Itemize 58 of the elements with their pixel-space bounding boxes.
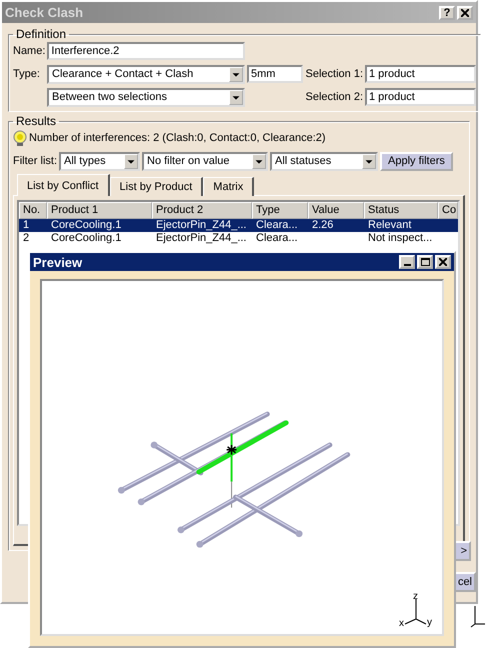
close-button[interactable] — [435, 255, 451, 269]
table-row[interactable]: 1 CoreCooling.1 EjectorPin_Z44_... Cleara... 2.26 Relevant — [19, 219, 458, 232]
distance-field[interactable]: 5mm — [247, 65, 303, 83]
column-header[interactable]: Status — [364, 202, 438, 219]
mode-dropdown[interactable]: Between two selections — [47, 88, 245, 106]
close-button[interactable] — [457, 6, 473, 20]
interference-summary: Number of interferences: 2 (Clash:0, Contact:0, Clearance:2) — [29, 132, 326, 144]
table-cell-text: Cleara... — [255, 232, 299, 245]
window-title: Preview — [33, 254, 84, 270]
table-cell-text: EjectorPin_Z44_... — [155, 232, 248, 245]
filter-dropdown[interactable]: All types — [59, 152, 140, 170]
selection-field[interactable]: 1 product — [365, 88, 476, 106]
close-icon — [439, 258, 447, 266]
field-label: Selection 1: — [305, 68, 363, 80]
maximize-icon — [420, 258, 430, 266]
field-label: Type: — [13, 68, 41, 80]
selection-field[interactable]: 1 product — [365, 65, 476, 83]
apply-filters-button[interactable]: Apply filters — [380, 152, 453, 170]
column-header[interactable]: Value — [308, 202, 364, 219]
table-cell-text: 2.26 — [311, 219, 334, 232]
help-button[interactable]: ? — [439, 6, 455, 20]
filter-dropdown[interactable]: No filter on value — [142, 152, 268, 170]
filter-dropdown[interactable]: All statuses — [270, 152, 378, 170]
tab[interactable]: List by Product — [110, 177, 204, 196]
bulb-icon — [13, 129, 27, 147]
table-cell-text: 1 — [22, 219, 30, 232]
table-cell-text: CoreCooling.1 — [50, 219, 122, 232]
column-header[interactable]: Type — [252, 202, 308, 219]
table-cell-text: EjectorPin_Z44_... — [155, 219, 248, 232]
table-cell-text: Not inspect... — [367, 232, 434, 245]
window-title: Check Clash — [5, 5, 84, 20]
table-cell-text: Relevant — [367, 219, 412, 232]
axis-icon — [470, 604, 487, 628]
column-header[interactable]: Product 2 — [152, 202, 252, 219]
column-header[interactable]: No. — [19, 202, 47, 219]
minimize-button[interactable] — [399, 255, 415, 269]
table-cell-text: Cleara... — [255, 219, 299, 232]
field-label: Name: — [13, 45, 46, 57]
3d-viewport[interactable]: z x y — [40, 279, 444, 636]
cancel-button[interactable]: cel — [456, 572, 476, 592]
group-legend: Results — [13, 114, 60, 128]
filter-label: Filter list: — [13, 155, 57, 167]
axis-label: y — [427, 617, 432, 627]
close-icon — [461, 8, 469, 16]
axis-label: x — [399, 618, 404, 627]
tab[interactable]: List by Conflict — [17, 174, 110, 196]
name-field[interactable]: Interference.2 — [47, 42, 246, 60]
table-cell-text: 2 — [22, 232, 30, 245]
tab[interactable]: Matrix — [203, 177, 254, 196]
table-cell-text: CoreCooling.1 — [50, 232, 122, 245]
column-header[interactable]: Product 1 — [47, 202, 152, 219]
axis-label: z — [413, 591, 418, 602]
maximize-button[interactable] — [417, 255, 433, 269]
field-label: Selection 2: — [304, 91, 363, 103]
group-legend: Definition — [13, 27, 70, 41]
more-button[interactable]: > — [456, 541, 471, 561]
column-header[interactable]: Co — [438, 202, 458, 219]
type-dropdown[interactable]: Clearance + Contact + Clash — [47, 64, 245, 84]
